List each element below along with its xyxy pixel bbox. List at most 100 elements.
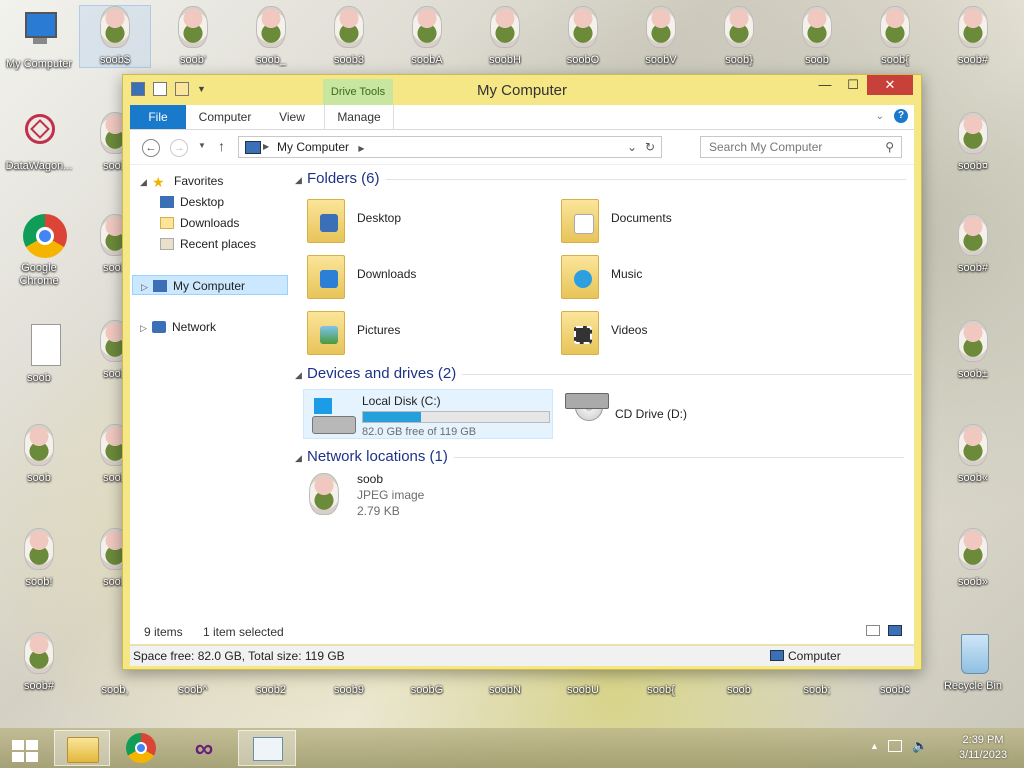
desktop-icon-soob[interactable]: soobN bbox=[470, 674, 540, 700]
desktop-icon-soob[interactable]: soob{ bbox=[626, 674, 696, 700]
clock[interactable]: 2:39 PM 3/11/2023 bbox=[948, 733, 1018, 763]
address-bar[interactable]: ▶ My Computer ▶ ⌄ ↻ bbox=[238, 136, 662, 158]
details-view-icon[interactable] bbox=[866, 625, 880, 636]
desktop-icon-soob[interactable]: soob{ bbox=[860, 6, 930, 67]
desktop-icon-soob[interactable]: soob# bbox=[938, 214, 1008, 275]
group-header-devices[interactable]: ◢ Devices and drives (2) bbox=[295, 365, 913, 385]
expand-arrow-icon[interactable]: ◢ bbox=[140, 172, 152, 192]
large-icons-view-icon[interactable] bbox=[888, 625, 902, 636]
desktop-icon-soob[interactable]: soob¤ bbox=[938, 112, 1008, 173]
desktop-icon-recycle-bin[interactable]: Recycle Bin bbox=[938, 632, 1008, 693]
folder-item[interactable]: Desktop bbox=[295, 195, 545, 245]
desktop-icon-soob-file[interactable]: soob bbox=[4, 324, 74, 385]
desktop-icon-soob[interactable]: soob3 bbox=[314, 6, 384, 67]
forward-button[interactable]: → bbox=[170, 139, 188, 157]
desktop-icon-soob[interactable]: soobO bbox=[548, 6, 618, 67]
desktop-icon-soob[interactable]: soob bbox=[704, 674, 774, 700]
drive-item-d[interactable]: CD Drive (D:) bbox=[557, 389, 807, 439]
soob-image-icon bbox=[256, 6, 286, 48]
nav-network[interactable]: ▷ Network bbox=[140, 317, 216, 337]
network-icon[interactable] bbox=[888, 740, 902, 752]
desktop-icon-my-computer[interactable]: My Computer bbox=[4, 10, 74, 71]
desktop-icon-soob[interactable]: soob bbox=[4, 424, 74, 485]
folder-item[interactable]: Music bbox=[549, 251, 799, 301]
tab-manage[interactable]: Manage bbox=[324, 105, 394, 129]
nav-downloads[interactable]: Downloads bbox=[160, 213, 239, 233]
search-input[interactable]: Search My Computer ⚲ bbox=[700, 136, 902, 158]
expand-arrow-icon[interactable]: ▷ bbox=[140, 318, 152, 338]
desktop-icon-soob[interactable]: soob9 bbox=[314, 674, 384, 700]
taskbar-file-explorer[interactable] bbox=[54, 730, 110, 766]
expand-arrow-icon[interactable]: ▷ bbox=[141, 277, 153, 297]
search-icon[interactable]: ⚲ bbox=[885, 137, 894, 157]
back-button[interactable]: ← bbox=[142, 139, 160, 157]
soob-image-icon bbox=[958, 528, 988, 570]
folder-item[interactable]: Pictures bbox=[295, 307, 545, 357]
collapse-group-icon[interactable]: ◢ bbox=[295, 370, 307, 381]
start-button[interactable] bbox=[0, 730, 50, 766]
nav-recent-places[interactable]: Recent places bbox=[160, 234, 256, 254]
help-icon[interactable]: ? bbox=[894, 109, 908, 123]
desktop-icon-soob[interactable]: soobH bbox=[470, 6, 540, 67]
tab-view[interactable]: View bbox=[270, 105, 314, 129]
breadcrumb-chevron-icon[interactable]: ▶ bbox=[358, 144, 364, 153]
desktop-icon-soob[interactable]: soob bbox=[782, 6, 852, 67]
desktop-icon-soob[interactable]: soob¢ bbox=[860, 674, 930, 700]
close-button[interactable]: ✕ bbox=[867, 75, 913, 95]
volume-icon[interactable]: 🔈 bbox=[912, 738, 928, 754]
drive-item-c[interactable]: Local Disk (C:) 82.0 GB free of 119 GB bbox=[303, 389, 553, 439]
address-dropdown-icon[interactable]: ⌄ bbox=[627, 137, 637, 157]
clock-date: 3/11/2023 bbox=[958, 749, 1008, 761]
show-hidden-icons-icon[interactable]: ▲ bbox=[870, 741, 879, 751]
desktop-icon-soob[interactable]: soobG bbox=[392, 674, 462, 700]
desktop-icon-soob[interactable]: soob# bbox=[4, 632, 74, 693]
videos-folder-icon bbox=[561, 311, 599, 355]
desktop-icon-soob-selected[interactable]: soob$ bbox=[79, 5, 151, 68]
expand-ribbon-chevron-icon[interactable]: ⌄ bbox=[876, 111, 884, 122]
desktop-icon-soob[interactable]: soobA bbox=[392, 6, 462, 67]
tab-file[interactable]: File bbox=[130, 105, 186, 129]
desktop-icon-datawagon[interactable]: DataWagon... bbox=[4, 112, 74, 173]
desktop-icon-soob[interactable]: soob» bbox=[938, 528, 1008, 589]
desktop-icon-google-chrome[interactable]: Google Chrome bbox=[4, 214, 74, 288]
recent-locations-chevron-icon[interactable]: ▼ bbox=[198, 141, 206, 150]
address-separator-icon[interactable]: ▶ bbox=[263, 137, 269, 157]
taskbar-task-manager[interactable] bbox=[238, 730, 296, 766]
desktop-icon-soob[interactable]: soobU bbox=[548, 674, 618, 700]
desktop-icon-soob[interactable]: soobV bbox=[626, 6, 696, 67]
network-item-soob[interactable]: soob JPEG image 2.79 KB bbox=[295, 469, 545, 525]
collapse-group-icon[interactable]: ◢ bbox=[295, 453, 307, 464]
desktop-icon-soob[interactable]: soob; bbox=[782, 674, 852, 700]
desktop-icon-soob[interactable]: soob± bbox=[938, 320, 1008, 381]
desktop-icon-soob[interactable]: soob# bbox=[938, 6, 1008, 67]
desktop-icon-soob[interactable]: soob« bbox=[938, 424, 1008, 485]
title-bar[interactable]: ▼ Drive Tools My Computer — ☐ ✕ bbox=[123, 75, 921, 105]
up-arrow-icon[interactable]: ↑ bbox=[218, 138, 225, 154]
desktop-icon-soob[interactable]: soob, bbox=[80, 674, 150, 700]
minimize-button[interactable]: — bbox=[811, 75, 839, 95]
folder-item[interactable]: Documents bbox=[549, 195, 799, 245]
navigation-pane: ◢ ★ Favorites Desktop Downloads Recent pla… bbox=[130, 165, 290, 620]
desktop-icon-soob[interactable]: soob' bbox=[158, 6, 228, 67]
maximize-button[interactable]: ☐ bbox=[839, 75, 867, 95]
desktop-icon-soob[interactable]: soob^ bbox=[158, 674, 228, 700]
desktop-icon-soob[interactable]: soob} bbox=[704, 6, 774, 67]
computer-icon bbox=[153, 280, 167, 292]
folder-item[interactable]: Videos bbox=[549, 307, 799, 357]
group-header-folders[interactable]: ◢ Folders (6) bbox=[295, 170, 906, 190]
tab-computer[interactable]: Computer bbox=[194, 105, 256, 129]
nav-desktop[interactable]: Desktop bbox=[160, 192, 224, 212]
collapse-group-icon[interactable]: ◢ bbox=[295, 175, 307, 186]
breadcrumb-my-computer[interactable]: My Computer bbox=[277, 140, 349, 154]
folder-item[interactable]: Downloads bbox=[295, 251, 545, 301]
taskbar-chrome[interactable] bbox=[118, 730, 166, 766]
nav-my-computer[interactable]: ▷ My Computer bbox=[132, 275, 288, 295]
desktop-icon-soob[interactable]: soob! bbox=[4, 528, 74, 589]
group-header-network-locations[interactable]: ◢ Network locations (1) bbox=[295, 448, 904, 468]
desktop-icon-soob[interactable]: soob2 bbox=[236, 674, 306, 700]
desktop-icon-soob[interactable]: soob_ bbox=[236, 6, 306, 67]
refresh-icon[interactable]: ↻ bbox=[645, 137, 655, 157]
soob-image-icon bbox=[309, 473, 339, 515]
nav-favorites[interactable]: ◢ ★ Favorites bbox=[140, 171, 223, 191]
taskbar-visual-studio[interactable]: ∞ bbox=[180, 730, 228, 766]
